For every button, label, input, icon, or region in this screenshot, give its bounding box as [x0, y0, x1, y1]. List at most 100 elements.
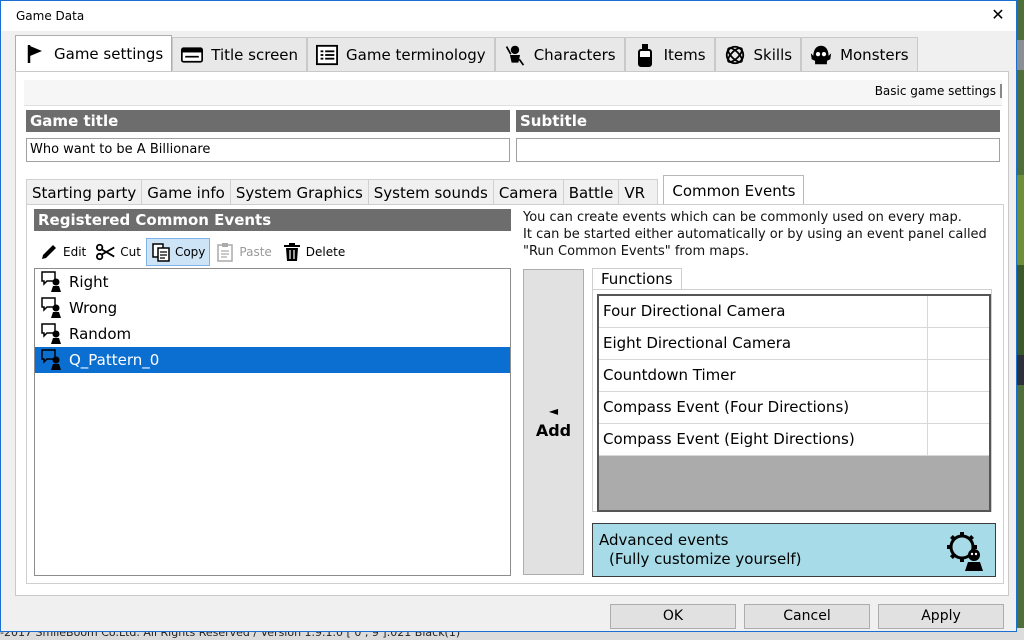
table-row[interactable]: Countdown Timer — [599, 360, 989, 392]
add-label: Add — [535, 420, 572, 440]
characters-icon — [504, 44, 526, 66]
game-title-input[interactable]: Who want to be A Billionare — [26, 138, 510, 162]
pencil-icon — [39, 242, 59, 262]
event-person-icon — [41, 323, 63, 345]
event-person-icon — [41, 271, 63, 293]
title-bar: Game Data ✕ — [1, 1, 1016, 31]
list-item[interactable]: Random — [35, 321, 510, 347]
event-name: Right — [69, 273, 109, 291]
subtitle-input[interactable] — [516, 138, 1000, 162]
scissors-icon — [96, 242, 116, 262]
function-cell — [928, 360, 989, 391]
tab-game-info[interactable]: Game info — [141, 179, 231, 205]
tab-label: Skills — [753, 45, 793, 64]
advanced-events-button[interactable]: Advanced events (Fully customize yoursel… — [592, 523, 996, 577]
function-name: Countdown Timer — [599, 360, 928, 391]
tab-monsters[interactable]: Monsters — [801, 37, 918, 71]
tab-system-graphics[interactable]: System Graphics — [229, 179, 369, 205]
close-icon[interactable]: ✕ — [988, 5, 1008, 24]
functions-table: Four Directional Camera Eight Directiona… — [597, 294, 991, 512]
tab-vr[interactable]: VR — [618, 179, 659, 205]
function-name: Compass Event (Eight Directions) — [599, 424, 928, 455]
title-screen-icon — [181, 44, 204, 66]
edit-button[interactable]: Edit — [34, 238, 91, 266]
ok-button[interactable]: OK — [610, 604, 736, 629]
cancel-button[interactable]: Cancel — [744, 604, 870, 629]
copy-icon — [151, 242, 171, 262]
table-row[interactable]: Eight Directional Camera — [599, 328, 989, 360]
cut-label: Cut — [120, 245, 141, 259]
copy-button[interactable]: Copy — [145, 238, 211, 266]
common-events-page: Registered Common Events Edit Cut Copy P… — [26, 204, 1004, 584]
common-events-list[interactable]: Right Wrong Random Q_Pattern_0 — [34, 268, 511, 576]
add-button[interactable]: ◄ Add — [523, 269, 584, 575]
description-line: You can create events which can be commo… — [523, 210, 962, 225]
event-name: Wrong — [69, 299, 118, 317]
list-item[interactable]: Wrong — [35, 295, 510, 321]
function-cell — [928, 392, 989, 423]
tab-starting-party[interactable]: Starting party — [26, 179, 143, 205]
delete-button[interactable]: Delete — [277, 238, 350, 266]
event-person-icon — [41, 297, 63, 319]
paste-icon — [215, 242, 235, 262]
functions-panel: Four Directional Camera Eight Directiona… — [592, 289, 992, 512]
items-icon — [634, 43, 656, 67]
tab-title-screen[interactable]: Title screen — [172, 37, 308, 71]
table-row[interactable]: Compass Event (Four Directions) — [599, 392, 989, 424]
function-cell — [928, 424, 989, 455]
tab-game-settings[interactable]: Game settings — [15, 35, 173, 71]
advanced-events-title: Advanced events — [599, 531, 729, 549]
tab-common-events[interactable]: Common Events — [663, 175, 805, 205]
tab-camera[interactable]: Camera — [492, 179, 564, 205]
tab-system-sounds[interactable]: System sounds — [367, 179, 494, 205]
dialog-footer: OK Cancel Apply — [1, 599, 1016, 633]
list-item[interactable]: Q_Pattern_0 — [35, 347, 510, 373]
tab-game-terminology[interactable]: Game terminology — [307, 37, 495, 71]
registered-events-header: Registered Common Events — [34, 209, 511, 231]
tab-battle[interactable]: Battle — [562, 179, 620, 205]
monsters-icon — [810, 44, 832, 66]
tab-label: Title screen — [211, 45, 299, 64]
table-row[interactable]: Compass Event (Eight Directions) — [599, 424, 989, 456]
advanced-events-subtitle: (Fully customize yourself) — [609, 550, 802, 568]
event-name: Random — [69, 325, 132, 343]
function-cell — [928, 296, 989, 327]
cut-button[interactable]: Cut — [91, 238, 146, 266]
tab-characters[interactable]: Characters — [494, 37, 625, 71]
basic-settings-bar: Basic game settings — [24, 80, 1002, 106]
tab-label: Characters — [533, 45, 616, 64]
function-cell — [928, 328, 989, 359]
delete-label: Delete — [305, 245, 346, 259]
apply-button[interactable]: Apply — [878, 604, 1004, 629]
settings-sub-tabs: Starting party Game info System Graphics… — [26, 175, 805, 205]
flag-icon — [24, 43, 46, 65]
tab-label: Monsters — [840, 45, 909, 64]
left-arrow-icon: ◄ — [548, 403, 559, 418]
gear-person-icon — [945, 530, 987, 572]
tab-functions[interactable]: Functions — [592, 268, 682, 290]
function-name: Eight Directional Camera — [599, 328, 928, 359]
common-events-description: You can create events which can be commo… — [523, 209, 993, 260]
table-row[interactable]: Four Directional Camera — [599, 296, 989, 328]
basic-settings-tab[interactable]: Basic game settings — [871, 84, 1002, 98]
game-settings-page: Basic game settings Game title Who want … — [15, 71, 1009, 596]
tab-items[interactable]: Items — [624, 37, 715, 71]
skills-icon — [724, 44, 746, 66]
events-toolbar: Edit Cut Copy Paste Delete — [34, 238, 350, 266]
tab-skills[interactable]: Skills — [714, 37, 802, 71]
window-title: Game Data — [16, 9, 85, 23]
tab-label: Items — [663, 45, 706, 64]
subtitle-header: Subtitle — [516, 110, 1000, 132]
event-name: Q_Pattern_0 — [69, 351, 160, 369]
paste-label: Paste — [239, 245, 272, 259]
tab-label: Game settings — [54, 44, 164, 63]
edit-label: Edit — [63, 245, 87, 259]
paste-button[interactable]: Paste — [210, 238, 276, 266]
function-name: Compass Event (Four Directions) — [599, 392, 928, 423]
list-item[interactable]: Right — [35, 269, 510, 295]
trash-icon — [282, 242, 302, 262]
copy-label: Copy — [174, 245, 206, 259]
terminology-list-icon — [316, 44, 339, 66]
game-data-dialog: Game Data ✕ Game settings Title screen G… — [0, 0, 1017, 632]
description-line: "Run Common Events" from maps. — [523, 244, 750, 259]
